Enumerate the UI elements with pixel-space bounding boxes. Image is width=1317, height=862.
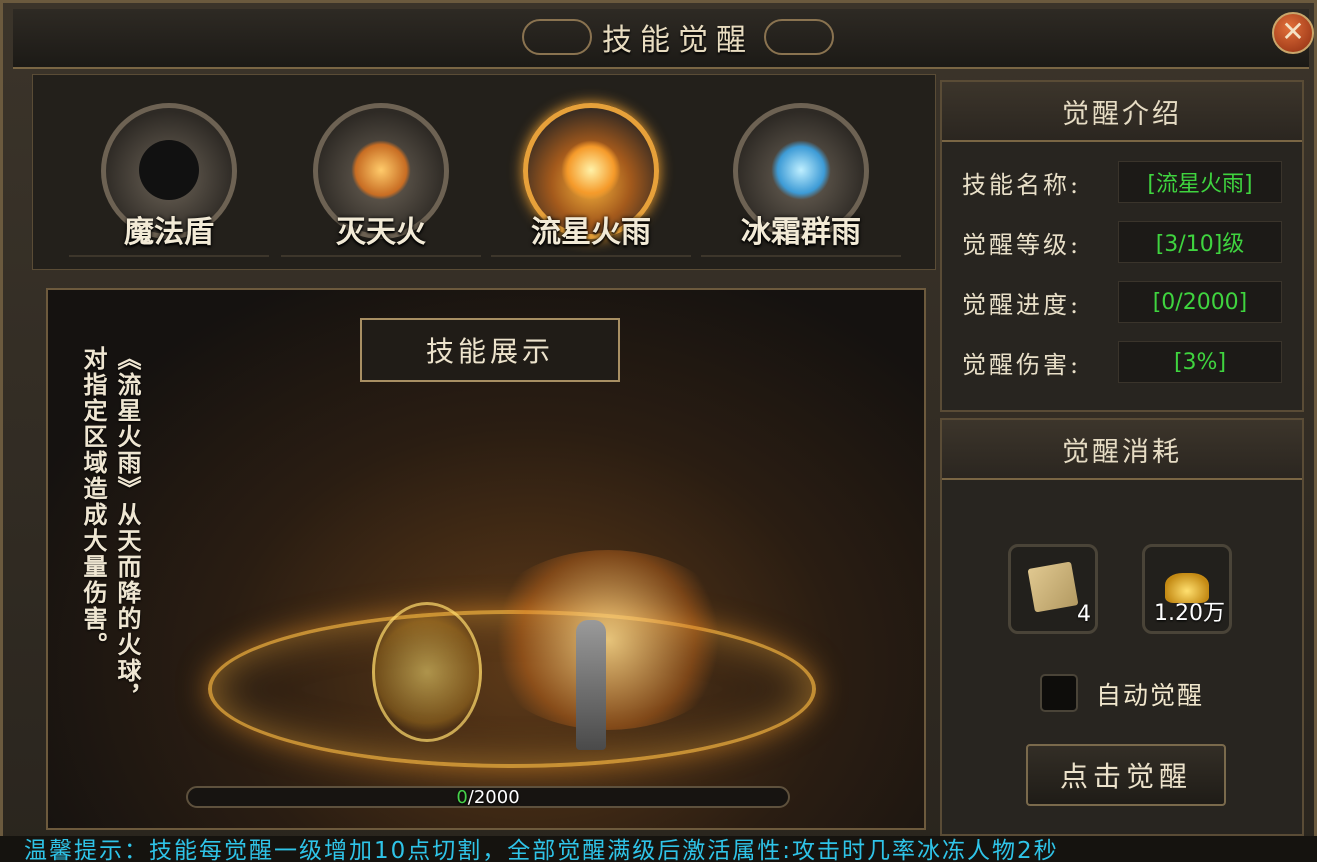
info-value: [3%] — [1118, 341, 1282, 383]
window-title: 技能觉醒 — [602, 23, 754, 58]
title-plate: 技能觉醒 — [483, 9, 873, 65]
awaken-button[interactable]: 点击觉醒 — [1026, 744, 1226, 806]
skill-sky-fire[interactable]: 灭天火 — [281, 103, 481, 263]
progress-text: 0/2000 — [188, 787, 788, 808]
cost-item-scroll[interactable]: 4 — [1008, 544, 1098, 634]
skill-label: 冰霜群雨 — [701, 207, 901, 257]
info-value: [3/10]级 — [1118, 221, 1282, 263]
info-label: 技能名称: — [962, 170, 1082, 199]
progress-current: 0 — [456, 787, 468, 808]
skill-label: 魔法盾 — [69, 207, 269, 257]
hint-ticker: 温馨提示：技能每觉醒一级增加10点切割，全部觉醒满级后激活属性:攻击时几率冰冻人… — [0, 836, 1317, 862]
shield-character — [372, 602, 482, 742]
skill-magic-shield[interactable]: 魔法盾 — [69, 103, 269, 263]
skill-selector: 魔法盾 灭天火 流星火雨 冰霜群雨 — [32, 74, 936, 270]
left-ornament-icon — [522, 19, 592, 55]
skill-meteor-shower[interactable]: 流星火雨 — [491, 103, 691, 263]
skill-label: 灭天火 — [281, 207, 481, 257]
skill-description-line-2: 对指定区域造成大量伤害。 — [79, 346, 108, 658]
cost-count: 1.20万 — [1154, 601, 1225, 626]
close-button[interactable]: ✕ — [1272, 12, 1314, 54]
cost-header: 觉醒消耗 — [942, 420, 1302, 480]
preview-title: 技能展示 — [360, 318, 620, 382]
info-header: 觉醒介绍 — [942, 82, 1302, 142]
info-value: [流星火雨] — [1118, 161, 1282, 203]
auto-awaken-checkbox[interactable] — [1040, 674, 1078, 712]
info-label: 觉醒伤害: — [962, 350, 1082, 379]
scroll-icon — [1027, 561, 1079, 613]
info-row-progress: 觉醒进度: [0/2000] — [962, 280, 1292, 324]
fire-burst-effect — [478, 550, 738, 730]
info-row-level: 觉醒等级: [3/10]级 — [962, 220, 1292, 264]
info-label: 觉醒进度: — [962, 290, 1082, 319]
skill-frost-rain[interactable]: 冰霜群雨 — [701, 103, 901, 263]
info-value: [0/2000] — [1118, 281, 1282, 323]
progress-total: /2000 — [467, 787, 520, 808]
info-label: 觉醒等级: — [962, 230, 1082, 259]
skill-label: 流星火雨 — [491, 207, 691, 257]
cost-item-gold[interactable]: 1.20万 — [1142, 544, 1232, 634]
info-row-skill-name: 技能名称: [流星火雨] — [962, 160, 1292, 204]
auto-awaken-label: 自动觉醒 — [1096, 681, 1205, 710]
warrior-character — [576, 620, 606, 750]
awakening-progress-bar: 0/2000 — [186, 786, 790, 808]
skill-preview: 技能展示 《流星火雨》从天而降的火球， 对指定区域造成大量伤害。 0/2000 — [46, 288, 926, 830]
skill-description-line-1: 《流星火雨》从天而降的火球， — [113, 346, 142, 710]
right-ornament-icon — [764, 19, 834, 55]
awakening-cost-panel: 觉醒消耗 4 1.20万 自动觉醒 点击觉醒 — [940, 418, 1304, 836]
info-row-damage: 觉醒伤害: [3%] — [962, 340, 1292, 384]
awakening-info-panel: 觉醒介绍 技能名称: [流星火雨] 觉醒等级: [3/10]级 觉醒进度: [0… — [940, 80, 1304, 412]
cost-count: 4 — [1077, 602, 1091, 627]
